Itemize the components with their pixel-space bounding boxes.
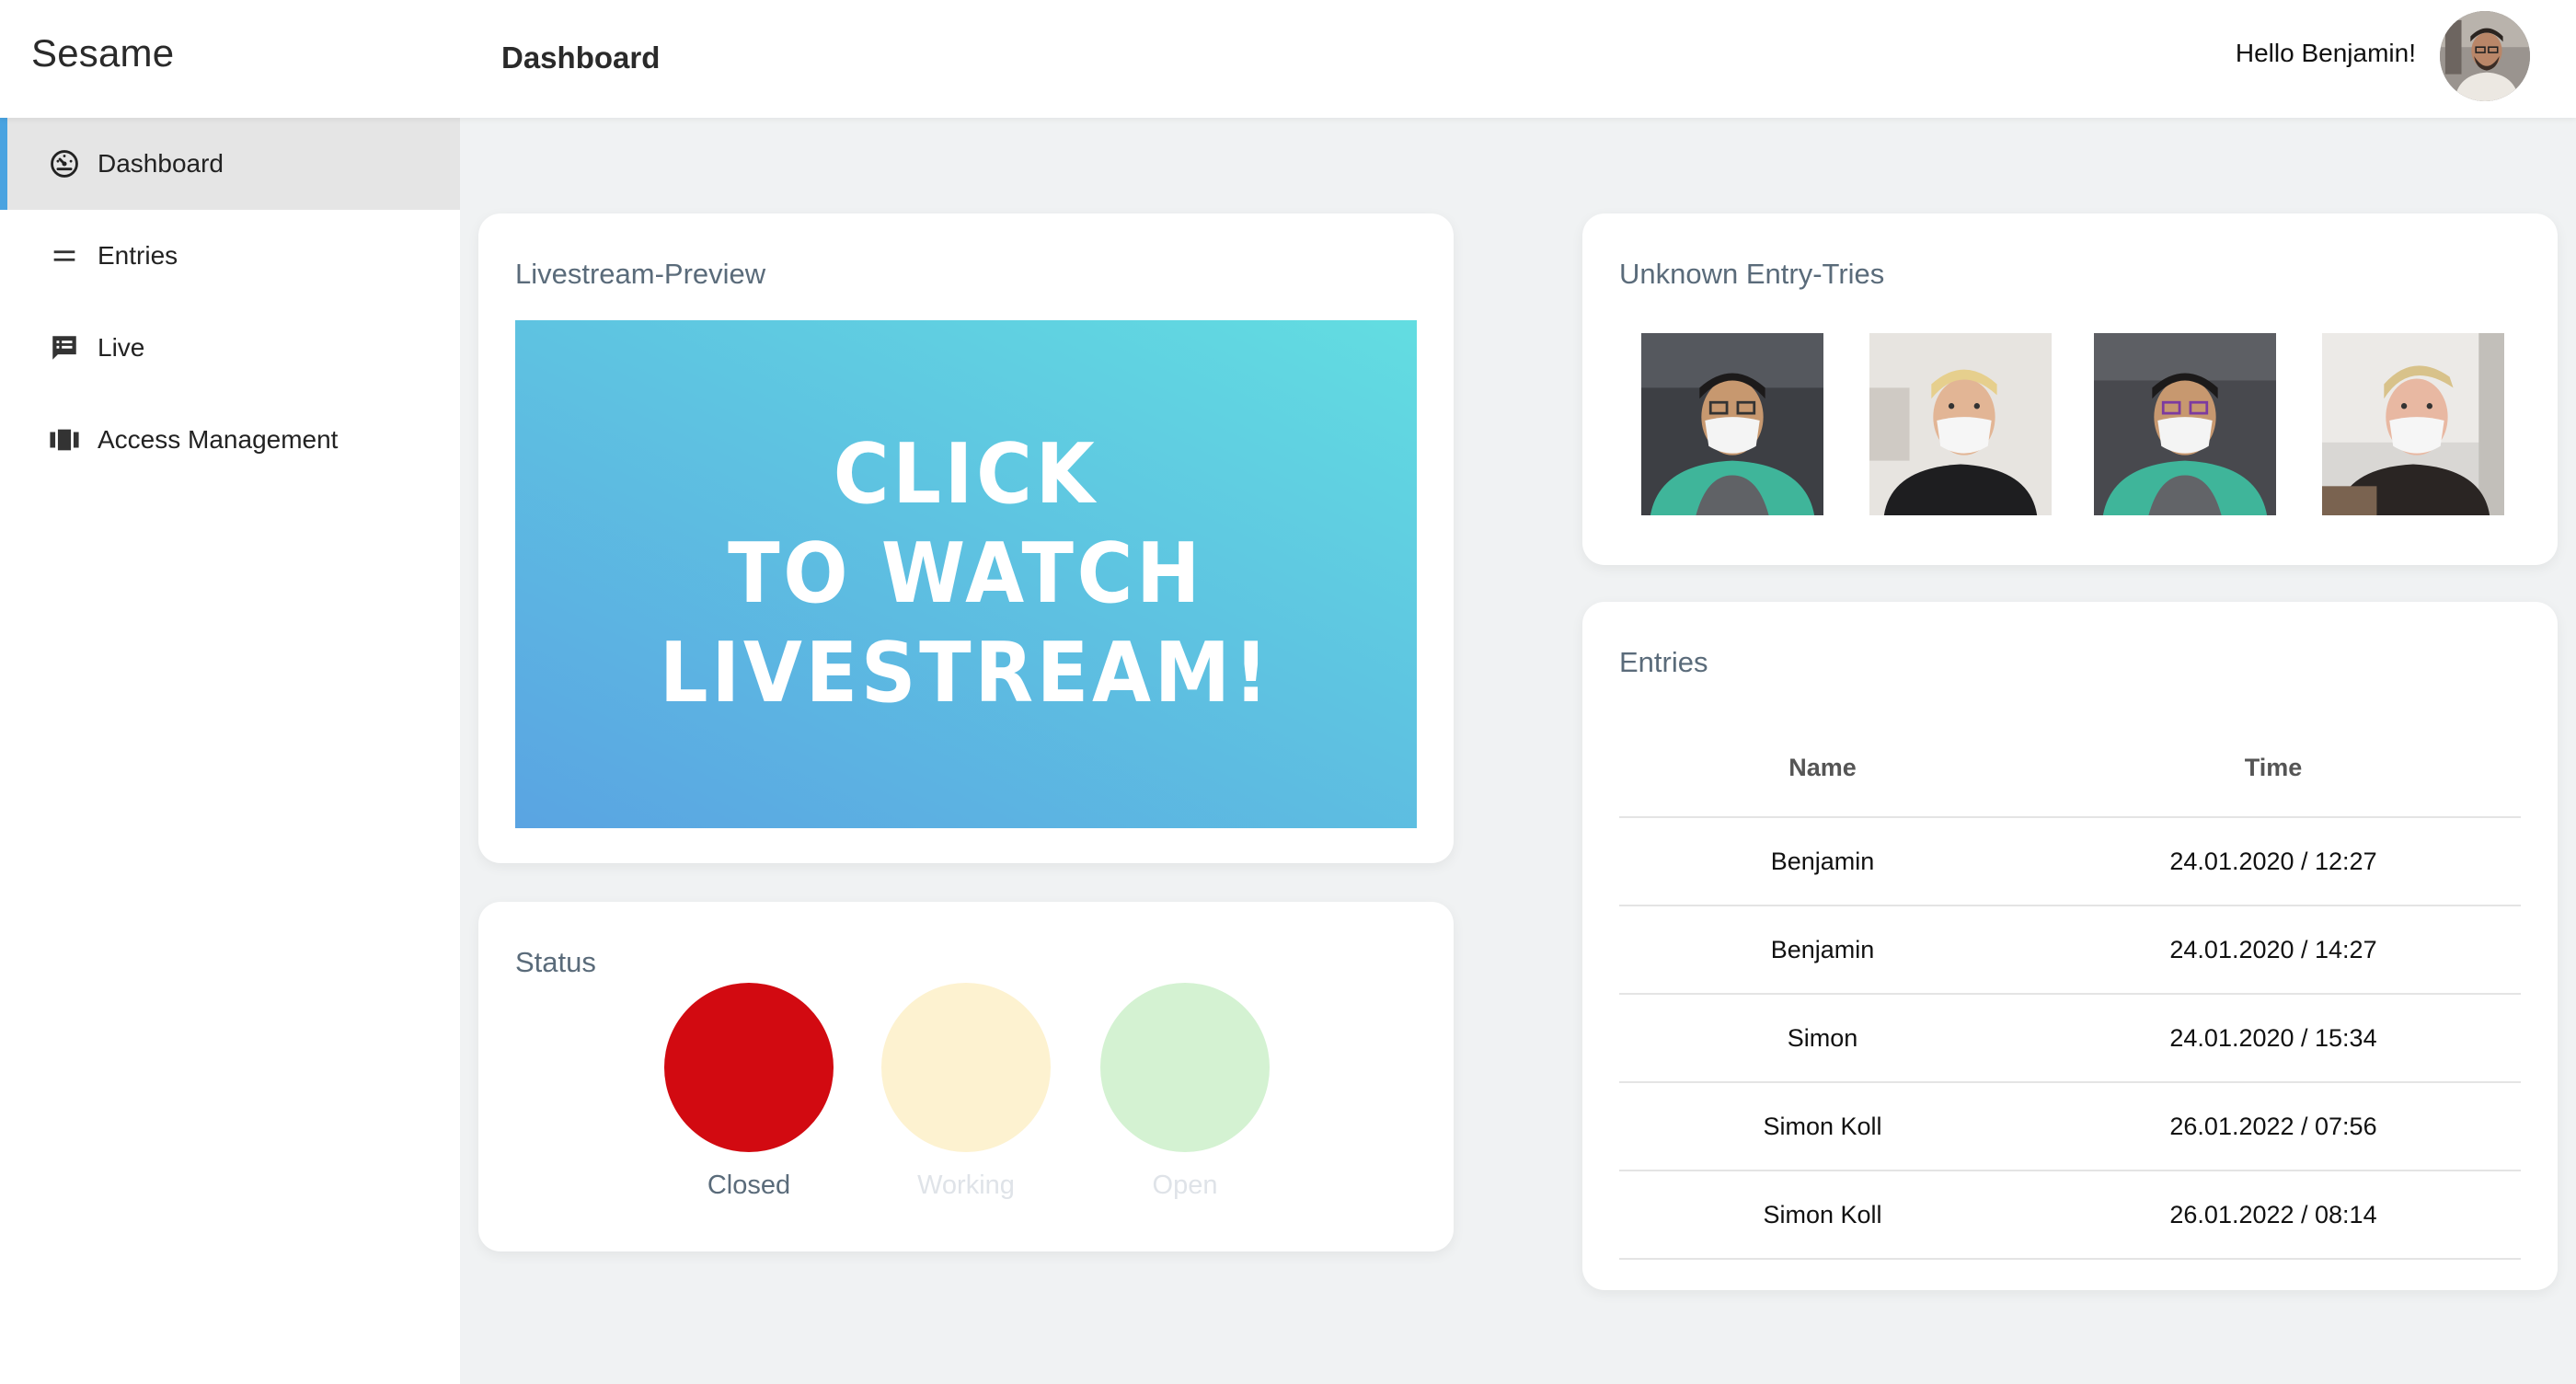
table-row[interactable]: Simon Koll 26.01.2022 / 08:14 (1619, 1171, 2521, 1260)
status-label-closed: Closed (707, 1171, 791, 1200)
column-header-time[interactable]: Time (2026, 720, 2521, 818)
sidebar-item-label: Entries (98, 241, 178, 270)
app-brand[interactable]: Sesame (31, 31, 174, 75)
entry-time: 24.01.2020 / 12:27 (2026, 817, 2521, 906)
unknown-face-photo[interactable] (1641, 333, 1823, 515)
entry-time: 24.01.2020 / 15:34 (2026, 994, 2521, 1083)
entry-name: Benjamin (1619, 905, 2026, 995)
unknown-faces-gallery (1641, 333, 2524, 515)
table-row[interactable]: Simon Koll 26.01.2022 / 07:56 (1619, 1082, 2521, 1171)
view-columns-icon (48, 423, 81, 456)
page-title: Dashboard (501, 40, 661, 75)
status-label-working: Working (917, 1171, 1015, 1200)
unknown-face-photo[interactable] (2094, 333, 2276, 515)
unknown-entry-tries-card: Unknown Entry-Tries (1582, 213, 2558, 565)
sidebar: Dashboard Entries Live Access Management (0, 118, 460, 1384)
masked-person-photo-2 (1869, 333, 2052, 515)
status-light-open (1100, 983, 1270, 1152)
user-greeting: Hello Benjamin! (2235, 39, 2416, 67)
sidebar-item-label: Live (98, 333, 145, 362)
equals-icon (48, 239, 81, 272)
entries-table: Name Time Benjamin 24.01.2020 / 12:27 Be… (1619, 720, 2521, 1260)
table-row[interactable]: Benjamin 24.01.2020 / 12:27 (1619, 817, 2521, 906)
sidebar-item-entries[interactable]: Entries (0, 210, 460, 302)
sidebar-item-label: Access Management (98, 425, 339, 454)
masked-person-photo-3 (2094, 333, 2276, 515)
entries-card: Entries Name Time Benjamin 24.01.2020 / … (1582, 602, 2558, 1290)
sidebar-item-live[interactable]: Live (0, 302, 460, 394)
status-title: Status (515, 946, 596, 978)
sidebar-item-access-management[interactable]: Access Management (0, 394, 460, 486)
unknown-face-photo[interactable] (2322, 333, 2504, 515)
top-bar: Sesame Dashboard Hello Benjamin! (0, 0, 2576, 118)
banner-line: LIVESTREAM! (660, 625, 1272, 721)
user-avatar[interactable] (2440, 11, 2530, 101)
speedometer-icon (48, 147, 81, 180)
entry-name: Benjamin (1619, 817, 2026, 906)
status-light-working (881, 983, 1051, 1152)
chat-list-icon (48, 331, 81, 364)
table-header-row: Name Time (1619, 720, 2521, 818)
entry-name: Simon Koll (1619, 1082, 2026, 1171)
entry-time: 26.01.2022 / 08:14 (2026, 1171, 2521, 1260)
entries-title: Entries (1619, 646, 1708, 678)
banner-line: TO WATCH (728, 525, 1204, 622)
livestream-title: Livestream-Preview (515, 258, 766, 290)
avatar-photo-icon (2440, 11, 2530, 101)
entry-name: Simon Koll (1619, 1171, 2026, 1260)
livestream-preview-button[interactable]: CLICK TO WATCH LIVESTREAM! (515, 320, 1417, 828)
sidebar-item-label: Dashboard (98, 149, 224, 178)
entry-time: 26.01.2022 / 07:56 (2026, 1082, 2521, 1171)
table-row[interactable]: Benjamin 24.01.2020 / 14:27 (1619, 905, 2521, 995)
unknown-face-photo[interactable] (1869, 333, 2052, 515)
status-light-closed (664, 983, 834, 1152)
status-label-open: Open (1152, 1171, 1218, 1200)
entry-name: Simon (1619, 994, 2026, 1083)
column-header-name[interactable]: Name (1619, 720, 2026, 818)
masked-person-photo-4 (2322, 333, 2504, 515)
status-card: Status Closed Working Open (478, 902, 1454, 1251)
sidebar-item-dashboard[interactable]: Dashboard (0, 118, 460, 210)
livestream-banner-text: CLICK TO WATCH LIVESTREAM! (660, 425, 1271, 723)
entry-time: 24.01.2020 / 14:27 (2026, 905, 2521, 995)
masked-person-photo-1 (1641, 333, 1823, 515)
unknown-entry-tries-title: Unknown Entry-Tries (1619, 258, 1885, 290)
table-row[interactable]: Simon 24.01.2020 / 15:34 (1619, 994, 2521, 1083)
livestream-card: Livestream-Preview CLICK TO WATCH LIVEST… (478, 213, 1454, 863)
banner-line: CLICK (834, 426, 1098, 523)
